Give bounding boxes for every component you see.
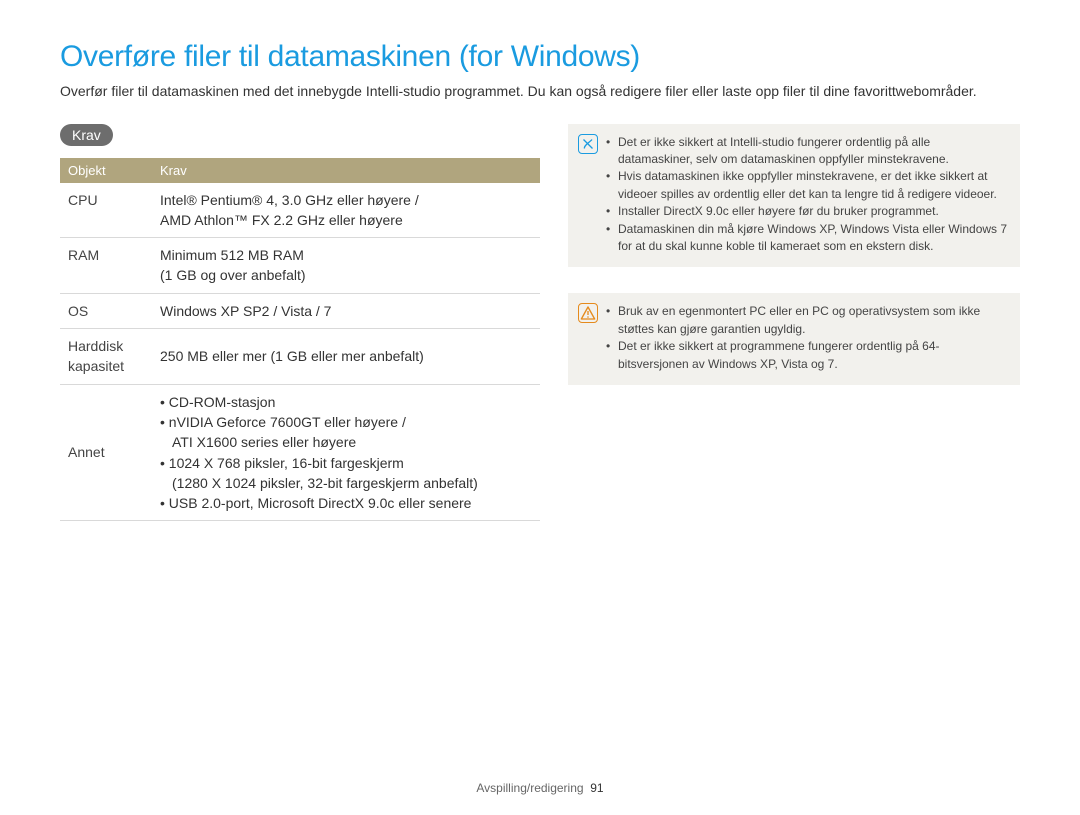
list-item-sub: (1280 X 1024 piksler, 32-bit fargeskjerm… <box>160 473 532 493</box>
text: Hvis datamaskinen ikke oppfyller minstek… <box>618 168 1008 203</box>
cell-hdd-value: 250 MB eller mer (1 GB eller mer anbefal… <box>152 329 540 385</box>
table-row: OS Windows XP SP2 / Vista / 7 <box>60 293 540 328</box>
cell-ram-label: RAM <box>60 238 152 294</box>
text: Datamaskinen din må kjøre Windows XP, Wi… <box>618 221 1008 256</box>
table-row: Annet CD-ROM-stasjon nVIDIA Geforce 7600… <box>60 384 540 521</box>
footer-section: Avspilling/redigering <box>476 781 583 795</box>
cell-cpu-label: CPU <box>60 183 152 238</box>
table-row: CPU Intel® Pentium® 4, 3.0 GHz eller høy… <box>60 183 540 238</box>
list-item: CD-ROM-stasjon <box>160 392 532 412</box>
warning-icon <box>578 303 598 323</box>
table-row: Harddisk kapasitet 250 MB eller mer (1 G… <box>60 329 540 385</box>
text: 1024 X 768 piksler, 16-bit fargeskjerm <box>169 455 404 471</box>
list-item: USB 2.0-port, Microsoft DirectX 9.0c ell… <box>160 493 532 513</box>
note-box: Det er ikke sikkert at Intelli-studio fu… <box>568 124 1020 268</box>
cell-os-label: OS <box>60 293 152 328</box>
note-item: Det er ikke sikkert at Intelli-studio fu… <box>606 134 1008 169</box>
note-item: Datamaskinen din må kjøre Windows XP, Wi… <box>606 221 1008 256</box>
text: Harddisk <box>68 338 123 354</box>
warning-item: Det er ikke sikkert at programmene funge… <box>606 338 1008 373</box>
cell-annet-label: Annet <box>60 384 152 521</box>
text: (1 GB og over anbefalt) <box>160 267 306 283</box>
list-item-sub: ATI X1600 series eller høyere <box>160 432 532 452</box>
th-objekt: Objekt <box>60 158 152 183</box>
note-item: Installer DirectX 9.0c eller høyere før … <box>606 203 1008 220</box>
note-icon <box>578 134 598 154</box>
warning-box: Bruk av en egenmontert PC eller en PC og… <box>568 293 1020 385</box>
cell-ram-value: Minimum 512 MB RAM (1 GB og over anbefal… <box>152 238 540 294</box>
page-title: Overføre filer til datamaskinen (for Win… <box>60 40 1020 74</box>
section-label-krav: Krav <box>60 124 113 146</box>
footer-page-number: 91 <box>590 781 603 795</box>
th-krav: Krav <box>152 158 540 183</box>
warning-item: Bruk av en egenmontert PC eller en PC og… <box>606 303 1008 338</box>
text: nVIDIA Geforce 7600GT eller høyere / <box>169 414 406 430</box>
text: kapasitet <box>68 358 124 374</box>
left-column: Krav Objekt Krav CPU Intel® Pentium® 4, … <box>60 124 540 522</box>
requirements-table: Objekt Krav CPU Intel® Pentium® 4, 3.0 G… <box>60 158 540 522</box>
text: Det er ikke sikkert at Intelli-studio fu… <box>618 134 1008 169</box>
text: Installer DirectX 9.0c eller høyere før … <box>618 203 1008 220</box>
text: AMD Athlon™ FX 2.2 GHz eller høyere <box>160 212 403 228</box>
cell-hdd-label: Harddisk kapasitet <box>60 329 152 385</box>
text: Intel® Pentium® 4, 3.0 GHz eller høyere … <box>160 192 419 208</box>
page-footer: Avspilling/redigering 91 <box>0 781 1080 795</box>
text: Bruk av en egenmontert PC eller en PC og… <box>618 303 1008 338</box>
cell-cpu-value: Intel® Pentium® 4, 3.0 GHz eller høyere … <box>152 183 540 238</box>
note-item: Hvis datamaskinen ikke oppfyller minstek… <box>606 168 1008 203</box>
cell-annet-value: CD-ROM-stasjon nVIDIA Geforce 7600GT ell… <box>152 384 540 521</box>
cell-os-value: Windows XP SP2 / Vista / 7 <box>152 293 540 328</box>
right-column: Det er ikke sikkert at Intelli-studio fu… <box>568 124 1020 411</box>
intro-paragraph: Overfør filer til datamaskinen med det i… <box>60 82 1020 102</box>
table-row: RAM Minimum 512 MB RAM (1 GB og over anb… <box>60 238 540 294</box>
text: Det er ikke sikkert at programmene funge… <box>618 338 1008 373</box>
list-item: nVIDIA Geforce 7600GT eller høyere / <box>160 412 532 432</box>
text: Minimum 512 MB RAM <box>160 247 304 263</box>
list-item: 1024 X 768 piksler, 16-bit fargeskjerm <box>160 453 532 473</box>
